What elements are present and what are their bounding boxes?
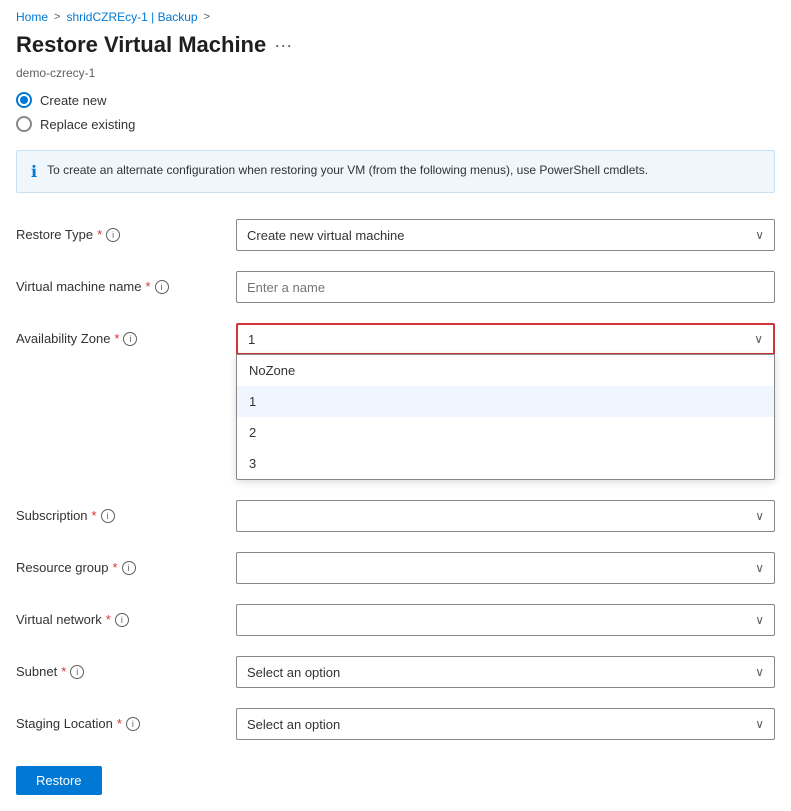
dropdown-option-2[interactable]: 2 [237,417,774,448]
vm-name-label: Virtual machine name * i [16,271,236,294]
radio-replace-existing-circle [16,116,32,132]
subnet-chevron-icon: ∨ [755,665,764,679]
resource-group-dropdown[interactable]: ∨ [236,552,775,584]
radio-create-new[interactable]: Create new [16,92,775,108]
resource-group-row: Resource group * i ∨ [16,542,775,594]
resource-group-info-icon[interactable]: i [122,561,136,575]
staging-location-row: Staging Location * i Select an option ∨ [16,698,775,750]
availability-zone-label: Availability Zone * i [16,323,236,346]
staging-location-chevron-icon: ∨ [755,717,764,731]
staging-location-label: Staging Location * i [16,708,236,731]
page-subtitle: demo-czrecy-1 [0,66,791,86]
staging-location-dropdown[interactable]: Select an option ∨ [236,708,775,740]
radio-create-new-circle [16,92,32,108]
vm-name-info-icon[interactable]: i [155,280,169,294]
staging-location-control: Select an option ∨ [236,708,775,740]
staging-location-required: * [117,716,122,731]
virtual-network-info-icon[interactable]: i [115,613,129,627]
subnet-control: Select an option ∨ [236,656,775,688]
restore-type-info-icon[interactable]: i [106,228,120,242]
vm-name-row: Virtual machine name * i [16,261,775,313]
restore-type-required: * [97,227,102,242]
subnet-label: Subnet * i [16,656,236,679]
info-banner-icon: ℹ [31,162,37,182]
radio-replace-existing-label: Replace existing [40,117,135,132]
subnet-value: Select an option [247,665,340,680]
virtual-network-required: * [106,612,111,627]
radio-replace-existing[interactable]: Replace existing [16,116,775,132]
info-banner-text: To create an alternate configuration whe… [47,161,648,179]
restore-type-label: Restore Type * i [16,219,236,242]
availability-zone-row: Availability Zone * i 1 ∨ NoZone 1 2 3 [16,313,775,490]
availability-zone-control: 1 ∨ NoZone 1 2 3 [236,323,775,480]
virtual-network-control: ∨ [236,604,775,636]
availability-zone-info-icon[interactable]: i [123,332,137,346]
subnet-row: Subnet * i Select an option ∨ [16,646,775,698]
restore-type-value: Create new virtual machine [247,228,405,243]
availability-zone-required: * [114,331,119,346]
restore-option-group: Create new Replace existing [0,86,791,142]
virtual-network-row: Virtual network * i ∨ [16,594,775,646]
breadcrumb-sep2: > [204,11,210,23]
dropdown-option-nozone[interactable]: NoZone [237,355,774,386]
breadcrumb-home[interactable]: Home [16,10,48,24]
subscription-dropdown[interactable]: ∨ [236,500,775,532]
subnet-dropdown[interactable]: Select an option ∨ [236,656,775,688]
radio-create-new-label: Create new [40,93,106,108]
availability-zone-menu: NoZone 1 2 3 [236,354,775,480]
form-section: Restore Type * i Create new virtual mach… [0,209,791,750]
subnet-info-icon[interactable]: i [70,665,84,679]
availability-zone-value: 1 [248,332,255,347]
vm-name-required: * [146,279,151,294]
breadcrumb-resource[interactable]: shridCZREcy-1 | Backup [66,10,197,24]
virtual-network-dropdown[interactable]: ∨ [236,604,775,636]
restore-type-row: Restore Type * i Create new virtual mach… [16,209,775,261]
vm-name-input[interactable] [236,271,775,303]
page-title: Restore Virtual Machine [16,32,266,58]
restore-type-chevron-icon: ∨ [755,228,764,242]
resource-group-chevron-icon: ∨ [755,561,764,575]
resource-group-required: * [113,560,118,575]
restore-type-dropdown[interactable]: Create new virtual machine ∨ [236,219,775,251]
subscription-info-icon[interactable]: i [101,509,115,523]
dropdown-option-3[interactable]: 3 [237,448,774,479]
staging-location-info-icon[interactable]: i [126,717,140,731]
availability-zone-chevron-icon: ∨ [754,332,763,346]
more-options-icon[interactable]: ··· [274,35,292,56]
subscription-control: ∨ [236,500,775,532]
resource-group-control: ∨ [236,552,775,584]
dropdown-option-1[interactable]: 1 [237,386,774,417]
subscription-chevron-icon: ∨ [755,509,764,523]
staging-location-value: Select an option [247,717,340,732]
resource-group-label: Resource group * i [16,552,236,575]
restore-button[interactable]: Restore [16,766,102,795]
subnet-required: * [61,664,66,679]
breadcrumb: Home > shridCZREcy-1 | Backup > [0,0,791,28]
virtual-network-chevron-icon: ∨ [755,613,764,627]
vm-name-control [236,271,775,303]
subscription-row: Subscription * i ∨ [16,490,775,542]
availability-zone-dropdown[interactable]: 1 ∨ [236,323,775,355]
virtual-network-label: Virtual network * i [16,604,236,627]
subscription-required: * [92,508,97,523]
info-banner: ℹ To create an alternate configuration w… [16,150,775,193]
restore-type-control: Create new virtual machine ∨ [236,219,775,251]
breadcrumb-sep1: > [54,11,60,23]
subscription-label: Subscription * i [16,500,236,523]
